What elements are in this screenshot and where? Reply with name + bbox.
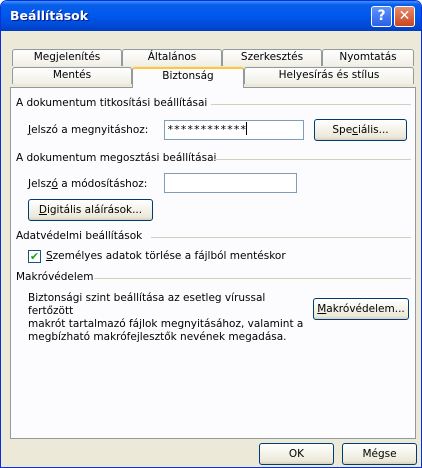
cancel-button[interactable]: Mégse xyxy=(342,443,417,465)
divider xyxy=(151,237,411,238)
description-line: Biztonsági szint beállítása az esetleg v… xyxy=(28,292,266,317)
close-icon: ✕ xyxy=(398,8,411,24)
open-password-field[interactable]: ************ xyxy=(164,120,304,140)
help-icon: ? xyxy=(377,8,386,24)
tab-label: Szerkesztés xyxy=(240,51,304,63)
macro-security-button[interactable]: Makróvédelem... xyxy=(313,298,409,320)
ok-label: OK xyxy=(288,448,305,460)
close-button[interactable]: ✕ xyxy=(394,6,415,27)
remove-personal-info-checkbox[interactable]: ✔ xyxy=(28,250,41,263)
tab-mentes[interactable]: Mentés xyxy=(12,67,132,84)
open-password-label: Jelszó a megnyitáshoz: xyxy=(28,124,149,136)
tab-biztonsag[interactable]: Biztonság xyxy=(132,67,244,88)
divider xyxy=(211,104,411,105)
tab-label: Biztonság xyxy=(162,70,214,82)
security-panel: A dokumentum titkosítási beállításai Jel… xyxy=(10,87,416,439)
macro-group-title: Makróvédelem xyxy=(16,271,94,283)
ok-button[interactable]: OK xyxy=(259,443,334,465)
title-bar[interactable]: Beállítások ? ✕ xyxy=(1,1,421,31)
tab-label: Nyomtatás xyxy=(339,51,397,63)
tab-label: Megjelenítés xyxy=(33,51,101,63)
window-title: Beállítások xyxy=(10,8,89,23)
tab-label: Mentés xyxy=(52,69,92,81)
advanced-button[interactable]: Speciális... xyxy=(314,119,407,141)
divider xyxy=(94,278,411,279)
encryption-group-title: A dokumentum titkosítási beállításai xyxy=(16,97,208,109)
tab-label: Általános xyxy=(147,51,197,63)
password-mask: ************ xyxy=(167,123,247,136)
cancel-label: Mégse xyxy=(362,448,397,460)
tab-szerkesztes[interactable]: Szerkesztés xyxy=(222,49,322,66)
checkmark-icon: ✔ xyxy=(29,250,40,263)
modify-password-field[interactable] xyxy=(164,173,297,193)
divider xyxy=(214,159,411,160)
tab-helyesiras-es-stilus[interactable]: Helyesírás és stílus xyxy=(244,67,414,84)
sharing-group-title: A dokumentum megosztási beállításai xyxy=(16,152,217,164)
remove-personal-info-label[interactable]: Személyes adatok törlése a fájlból menté… xyxy=(46,250,286,262)
settings-dialog: Beállítások ? ✕ Megjelenítés Általános S… xyxy=(0,0,422,468)
description-line: makrót tartalmazó fájlok megnyitásához, … xyxy=(28,318,304,330)
modify-password-label: Jelszó a módosításhoz: xyxy=(28,178,148,190)
description-line: megbízható makrófejlesztők nevének megad… xyxy=(28,331,287,343)
help-button[interactable]: ? xyxy=(371,6,392,27)
tab-label: Helyesírás és stílus xyxy=(278,69,380,81)
digital-signatures-button[interactable]: Digitális aláírások... xyxy=(28,199,153,221)
privacy-group-title: Adatvédelmi beállítások xyxy=(16,230,143,242)
tab-nyomtatas[interactable]: Nyomtatás xyxy=(322,49,414,66)
tab-megjelenites[interactable]: Megjelenítés xyxy=(12,49,122,66)
macro-description: Biztonsági szint beállítása az esetleg v… xyxy=(28,292,313,344)
tab-altalanos[interactable]: Általános xyxy=(122,49,222,66)
